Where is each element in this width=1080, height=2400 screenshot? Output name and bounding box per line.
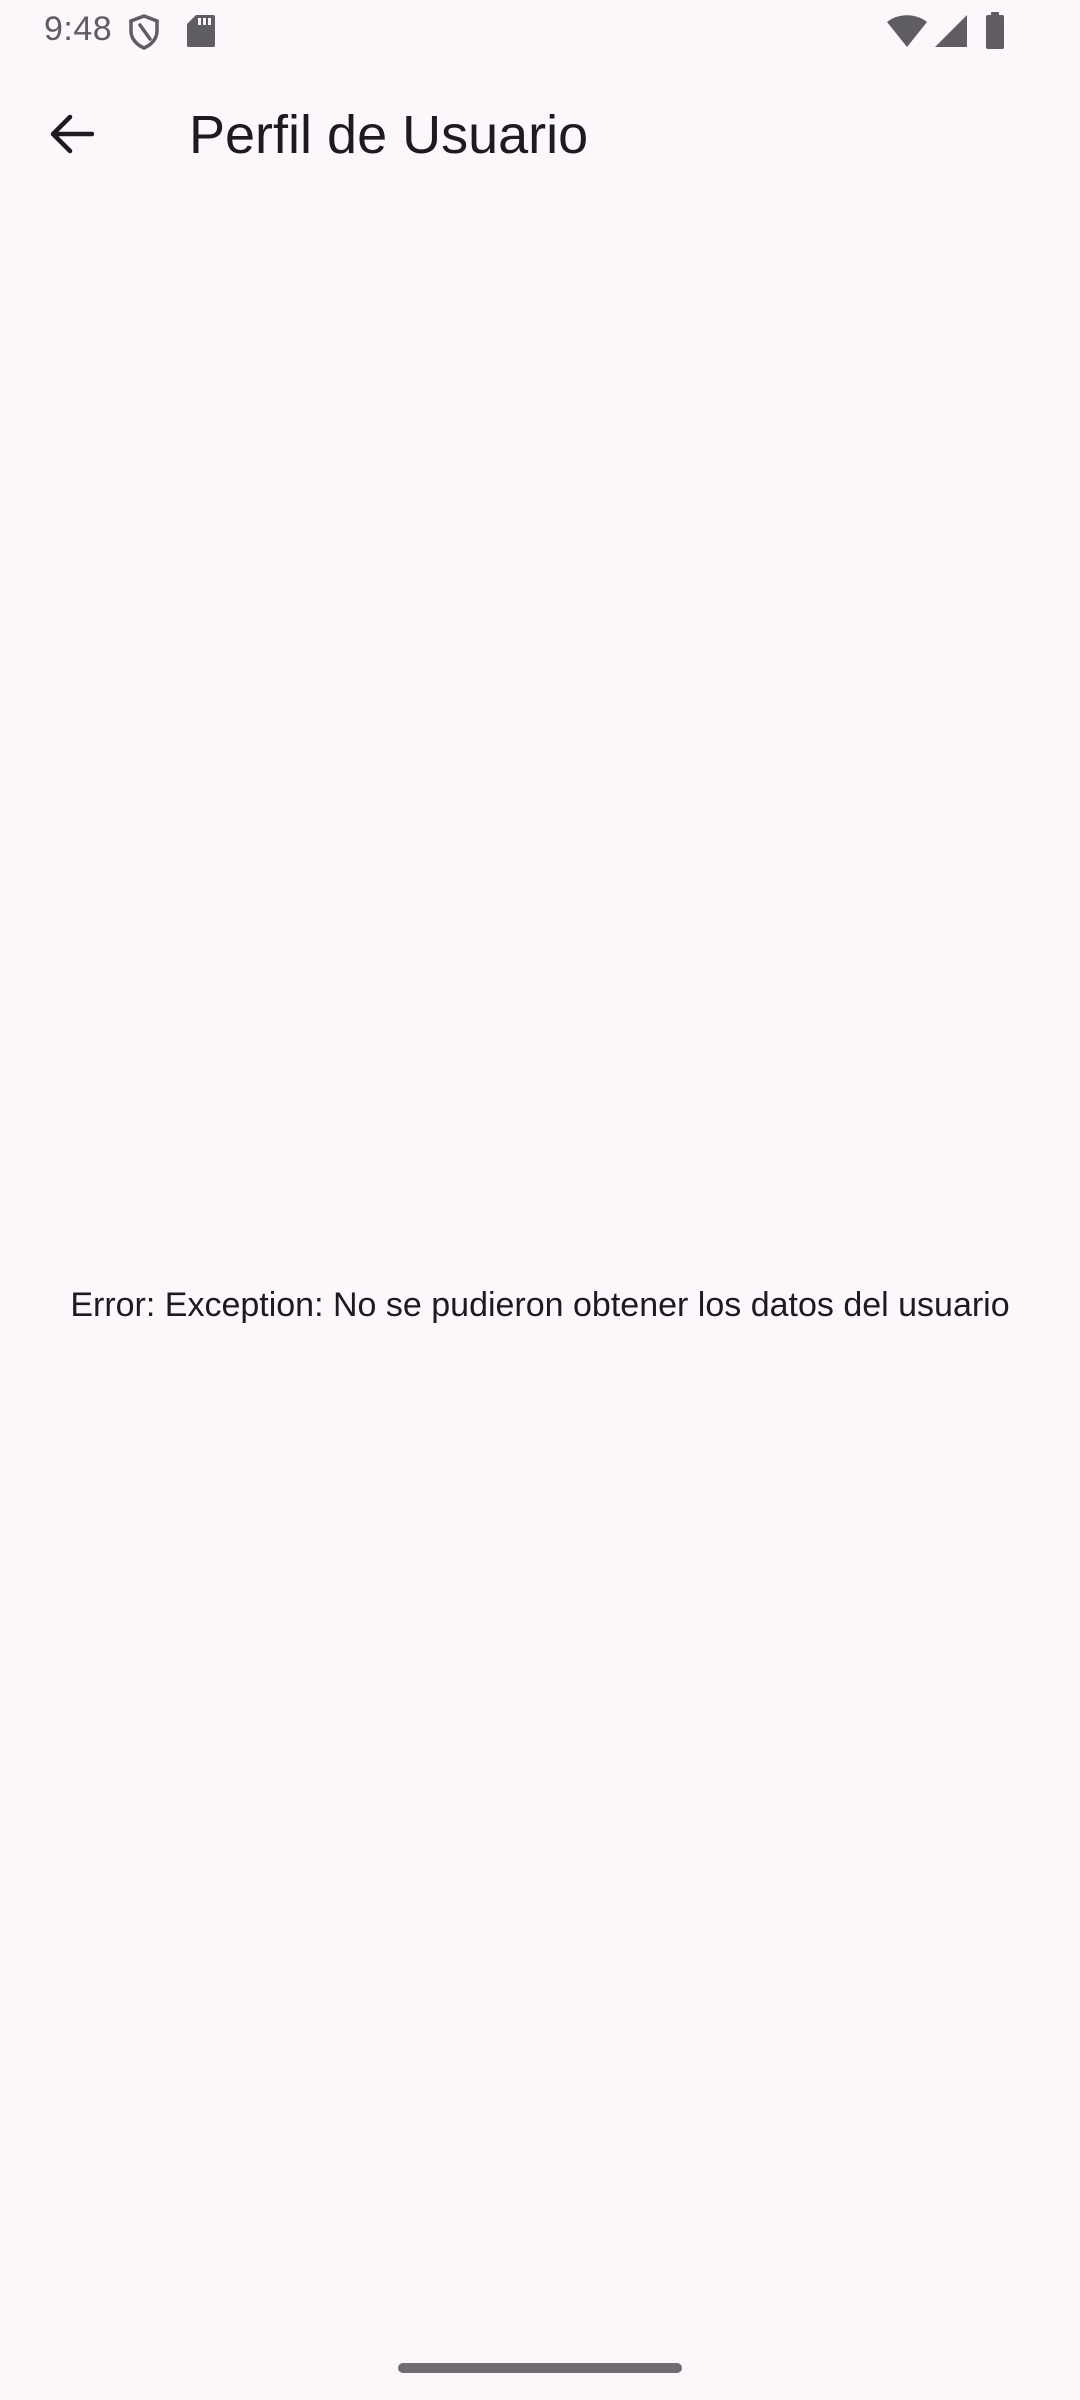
profile-screen: 9:48 Perfil de Usuario Error: Exception:… <box>0 0 1080 2400</box>
app-bar: Perfil de Usuario <box>0 62 1080 210</box>
arrow-back-icon <box>48 111 95 162</box>
shield-icon <box>128 14 160 55</box>
wifi-icon <box>886 14 928 53</box>
error-message: Error: Exception: No se pudieron obtener… <box>70 1286 1010 1324</box>
battery-icon <box>985 12 1005 55</box>
gesture-handle[interactable] <box>398 2363 682 2373</box>
page-title: Perfil de Usuario <box>189 105 589 165</box>
sd-card-icon <box>186 14 216 53</box>
status-time: 9:48 <box>44 10 113 48</box>
status-bar: 9:48 <box>0 0 1080 62</box>
back-button[interactable] <box>34 99 108 173</box>
cell-signal-icon <box>934 14 968 53</box>
